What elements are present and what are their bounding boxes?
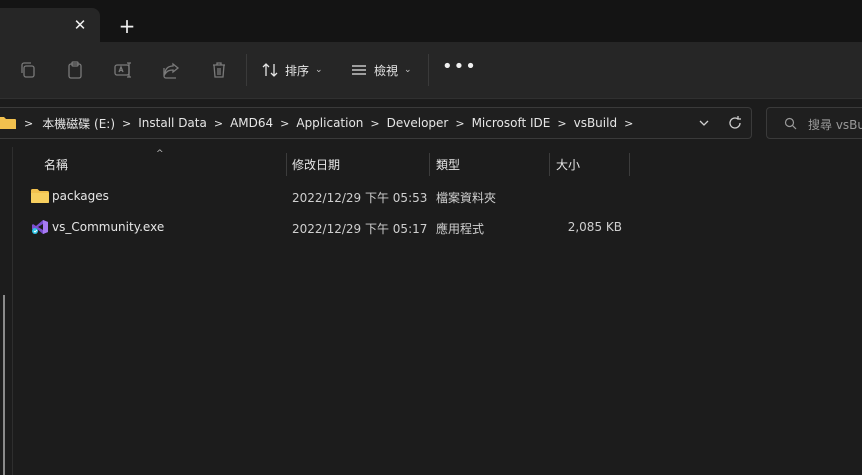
- folder-icon: [31, 189, 49, 203]
- view-icon: [352, 65, 366, 75]
- column-name[interactable]: 名稱: [44, 156, 68, 173]
- toolbar-divider: [428, 54, 429, 86]
- more-options-button[interactable]: •••: [442, 58, 476, 80]
- folder-icon: [0, 117, 16, 129]
- toolbar-divider: [246, 54, 247, 86]
- column-divider[interactable]: [429, 153, 430, 176]
- visual-studio-icon: [32, 220, 48, 234]
- search-icon: [784, 117, 797, 130]
- column-date[interactable]: 修改日期: [292, 156, 340, 173]
- address-bar[interactable]: > 本機磁碟 (E:) > Install Data > AMD64 > App…: [0, 107, 752, 139]
- breadcrumb: > 本機磁碟 (E:) > Install Data > AMD64 > App…: [24, 108, 633, 138]
- search-placeholder: 搜尋 vsBui: [808, 118, 862, 132]
- column-divider[interactable]: [286, 153, 287, 176]
- sort-button[interactable]: 排序 ⌄: [261, 58, 323, 82]
- file-name: packages: [52, 189, 109, 203]
- command-bar: 排序 ⌄ 檢視 ⌄ •••: [0, 42, 862, 99]
- file-date: 2022/12/29 下午 05:53: [292, 191, 428, 205]
- chevron-right-icon: >: [24, 116, 34, 130]
- file-row[interactable]: packages 2022/12/29 下午 05:53 檔案資料夾: [20, 182, 630, 210]
- refresh-icon[interactable]: [727, 115, 743, 131]
- column-header: ^ 名稱 修改日期 類型 大小: [0, 146, 862, 182]
- sort-up-icon: ^: [156, 149, 164, 159]
- chevron-down-icon: ⌄: [315, 65, 323, 75]
- breadcrumb-item[interactable]: vsBuild: [574, 116, 617, 130]
- file-date: 2022/12/29 下午 05:17: [292, 222, 428, 236]
- file-row[interactable]: vs_Community.exe 2022/12/29 下午 05:17 應用程…: [20, 213, 630, 241]
- column-divider[interactable]: [629, 153, 630, 176]
- rename-icon[interactable]: [113, 60, 133, 80]
- pane-divider: [12, 147, 13, 475]
- column-type[interactable]: 類型: [436, 156, 460, 173]
- file-type: 應用程式: [436, 222, 485, 236]
- chevron-right-icon[interactable]: >: [624, 117, 633, 130]
- file-list: ^ 名稱 修改日期 類型 大小 packages 2022/12/29 下午 0…: [0, 146, 862, 475]
- delete-icon[interactable]: [209, 60, 229, 80]
- explorer-tab[interactable]: ✕: [0, 8, 100, 42]
- chevron-right-icon: >: [557, 116, 567, 130]
- view-label: 檢視: [374, 63, 399, 78]
- breadcrumb-item[interactable]: Developer: [387, 116, 449, 130]
- chevron-right-icon: >: [122, 116, 132, 130]
- view-button[interactable]: 檢視 ⌄: [350, 58, 412, 82]
- new-tab-icon[interactable]: +: [118, 16, 136, 36]
- copy-icon[interactable]: [18, 60, 38, 80]
- file-name: vs_Community.exe: [52, 220, 165, 234]
- sort-label: 排序: [285, 63, 310, 78]
- column-divider[interactable]: [549, 153, 550, 176]
- chevron-right-icon: >: [280, 116, 290, 130]
- file-type: 檔案資料夾: [436, 191, 497, 205]
- chevron-right-icon: >: [213, 116, 224, 130]
- breadcrumb-item[interactable]: 本機磁碟 (E:): [42, 115, 115, 132]
- chevron-down-icon[interactable]: [696, 115, 712, 131]
- breadcrumb-item[interactable]: Application: [296, 116, 363, 130]
- share-icon[interactable]: [161, 60, 181, 80]
- chevron-right-icon: >: [370, 116, 380, 130]
- chevron-down-icon: ⌄: [404, 65, 412, 75]
- navigation-pane-scrollbar[interactable]: [3, 295, 5, 475]
- chevron-right-icon: >: [455, 116, 465, 130]
- breadcrumb-item[interactable]: Install Data: [138, 116, 207, 130]
- search-input[interactable]: 搜尋 vsBui: [766, 107, 862, 139]
- sort-icon: [262, 63, 278, 77]
- title-bar: ✕ +: [0, 0, 862, 42]
- breadcrumb-item[interactable]: AMD64: [230, 116, 273, 130]
- breadcrumb-item[interactable]: Microsoft IDE: [472, 116, 551, 130]
- paste-icon[interactable]: [65, 60, 85, 80]
- close-tab-icon[interactable]: ✕: [72, 17, 88, 33]
- column-size[interactable]: 大小: [556, 156, 580, 173]
- file-size: 2,085 KB: [567, 220, 622, 234]
